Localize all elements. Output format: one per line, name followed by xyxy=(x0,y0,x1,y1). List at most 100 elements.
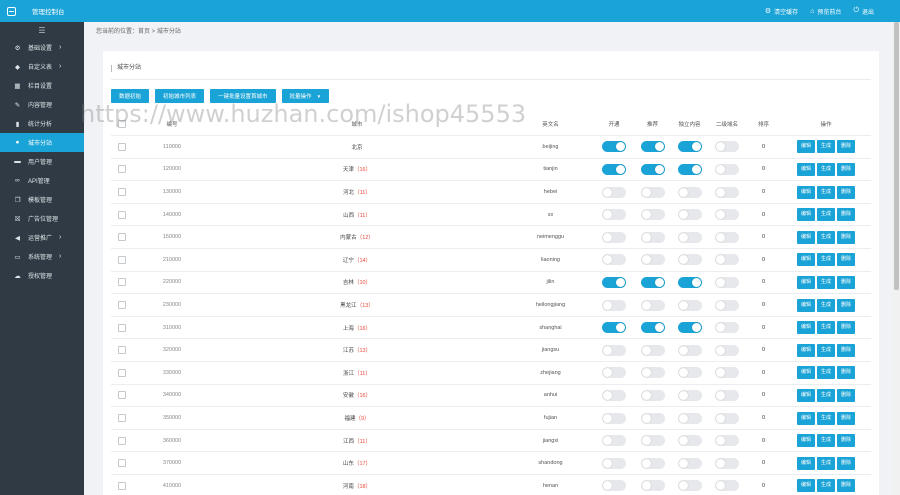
open-toggle[interactable] xyxy=(602,276,626,288)
generate-button[interactable]: 生成 xyxy=(817,479,835,493)
delete-button[interactable]: 删除 xyxy=(837,162,855,176)
delete-button[interactable]: 删除 xyxy=(837,230,855,244)
edit-button[interactable]: 编辑 xyxy=(797,366,815,380)
recommend-toggle[interactable] xyxy=(640,141,665,153)
independent-content-toggle[interactable] xyxy=(677,367,702,379)
init-city-list-button[interactable]: 初始城市列表 xyxy=(155,89,205,103)
logout-button[interactable]: ⏻ 退出 xyxy=(853,7,874,16)
preview-site-button[interactable]: ⌂ 预览前台 xyxy=(810,7,841,16)
open-toggle[interactable] xyxy=(602,322,626,334)
subdomain-toggle[interactable] xyxy=(715,412,739,424)
generate-button[interactable]: 生成 xyxy=(817,434,835,448)
independent-content-toggle[interactable] xyxy=(677,344,702,356)
row-checkbox[interactable] xyxy=(118,301,126,310)
subdomain-toggle[interactable] xyxy=(715,299,739,311)
sidebar-item[interactable]: ∞ API管理 xyxy=(0,171,84,190)
edit-button[interactable]: 编辑 xyxy=(797,253,815,267)
independent-content-toggle[interactable] xyxy=(677,322,702,334)
subdomain-toggle[interactable] xyxy=(715,480,739,492)
sidebar-item[interactable]: ▭ 系统管理 › xyxy=(0,247,84,266)
sidebar-item[interactable]: ▬ 用户管理 xyxy=(0,152,84,171)
delete-button[interactable]: 删除 xyxy=(837,366,855,380)
open-toggle[interactable] xyxy=(602,141,626,153)
edit-button[interactable]: 编辑 xyxy=(797,479,815,493)
subdomain-toggle[interactable] xyxy=(715,231,739,243)
subdomain-toggle[interactable] xyxy=(715,209,739,221)
city-name[interactable]: 山西 xyxy=(343,213,354,219)
batch-set-city-button[interactable]: 一键批量设置首城市 xyxy=(210,89,276,103)
edit-button[interactable]: 编辑 xyxy=(797,434,815,448)
generate-button[interactable]: 生成 xyxy=(817,162,835,176)
edit-button[interactable]: 编辑 xyxy=(797,321,815,335)
subdomain-toggle[interactable] xyxy=(715,254,739,266)
city-name[interactable]: 河南 xyxy=(343,484,354,490)
sidebar-item[interactable]: ✎ 内容管理 xyxy=(0,95,84,114)
generate-button[interactable]: 生成 xyxy=(817,321,835,335)
city-name[interactable]: 内蒙古 xyxy=(340,235,357,241)
header-select-all[interactable] xyxy=(111,113,133,137)
recommend-toggle[interactable] xyxy=(640,231,665,243)
independent-content-toggle[interactable] xyxy=(677,186,702,198)
edit-button[interactable]: 编辑 xyxy=(797,275,815,289)
recommend-toggle[interactable] xyxy=(640,186,665,198)
delete-button[interactable]: 删除 xyxy=(837,411,855,425)
open-toggle[interactable] xyxy=(602,389,626,401)
init-data-button[interactable]: 数据初始 xyxy=(111,89,150,103)
independent-content-toggle[interactable] xyxy=(677,412,702,424)
recommend-toggle[interactable] xyxy=(640,457,665,469)
page-scrollbar[interactable] xyxy=(893,22,900,495)
city-name[interactable]: 福建 xyxy=(344,416,355,422)
subdomain-toggle[interactable] xyxy=(715,435,739,447)
row-checkbox[interactable] xyxy=(118,368,126,377)
edit-button[interactable]: 编辑 xyxy=(797,185,815,199)
sidebar-item[interactable]: ▮ 统计分析 xyxy=(0,114,84,133)
recommend-toggle[interactable] xyxy=(640,254,665,266)
open-toggle[interactable] xyxy=(602,209,626,221)
generate-button[interactable]: 生成 xyxy=(817,298,835,312)
sidebar-item[interactable]: ▦ 栏目设置 xyxy=(0,76,84,95)
subdomain-toggle[interactable] xyxy=(715,457,739,469)
generate-button[interactable]: 生成 xyxy=(817,343,835,357)
independent-content-toggle[interactable] xyxy=(677,163,702,175)
recommend-toggle[interactable] xyxy=(640,435,665,447)
independent-content-toggle[interactable] xyxy=(677,299,702,311)
independent-content-toggle[interactable] xyxy=(677,457,702,469)
row-checkbox[interactable] xyxy=(118,210,126,219)
generate-button[interactable]: 生成 xyxy=(817,366,835,380)
recommend-toggle[interactable] xyxy=(640,322,665,334)
city-name[interactable]: 黑龙江 xyxy=(340,303,357,309)
row-checkbox[interactable] xyxy=(118,188,126,197)
city-name[interactable]: 江西 xyxy=(343,439,354,445)
subdomain-toggle[interactable] xyxy=(715,389,739,401)
subdomain-toggle[interactable] xyxy=(715,163,739,175)
delete-button[interactable]: 删除 xyxy=(837,388,855,402)
independent-content-toggle[interactable] xyxy=(677,276,702,288)
sidebar-toggle[interactable]: ☰ xyxy=(0,22,84,38)
row-checkbox[interactable] xyxy=(118,436,126,445)
row-checkbox[interactable] xyxy=(118,233,126,242)
delete-button[interactable]: 删除 xyxy=(837,275,855,289)
open-toggle[interactable] xyxy=(602,231,626,243)
open-toggle[interactable] xyxy=(602,163,626,175)
subdomain-toggle[interactable] xyxy=(715,141,739,153)
recommend-toggle[interactable] xyxy=(640,276,665,288)
edit-button[interactable]: 编辑 xyxy=(797,343,815,357)
delete-button[interactable]: 删除 xyxy=(837,321,855,335)
row-checkbox[interactable] xyxy=(118,278,126,287)
independent-content-toggle[interactable] xyxy=(677,231,702,243)
row-checkbox[interactable] xyxy=(118,391,126,400)
independent-content-toggle[interactable] xyxy=(677,254,702,266)
row-checkbox[interactable] xyxy=(118,414,126,423)
city-name[interactable]: 上海 xyxy=(343,326,354,332)
row-checkbox[interactable] xyxy=(118,346,126,355)
generate-button[interactable]: 生成 xyxy=(817,185,835,199)
independent-content-toggle[interactable] xyxy=(677,141,702,153)
city-name[interactable]: 山东 xyxy=(343,461,354,467)
recommend-toggle[interactable] xyxy=(640,367,665,379)
subdomain-toggle[interactable] xyxy=(715,322,739,334)
edit-button[interactable]: 编辑 xyxy=(797,388,815,402)
city-name[interactable]: 江苏 xyxy=(343,348,354,354)
subdomain-toggle[interactable] xyxy=(715,367,739,379)
row-checkbox[interactable] xyxy=(118,323,126,332)
row-checkbox[interactable] xyxy=(118,255,126,264)
